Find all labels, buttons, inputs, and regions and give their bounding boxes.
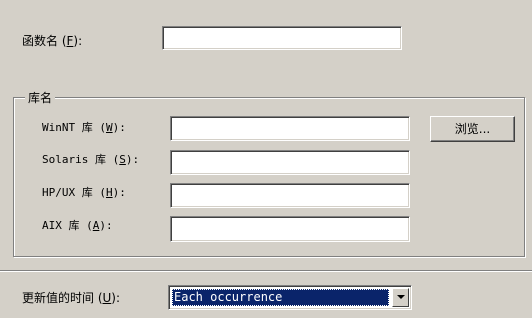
- winnt-library-label: WinNT 库 (W):: [42, 121, 126, 134]
- solaris-library-label: Solaris 库 (S):: [42, 153, 140, 166]
- hpux-library-label: HP/UX 库 (H):: [42, 186, 126, 199]
- dropdown-button[interactable]: [392, 288, 409, 307]
- winnt-library-input[interactable]: [170, 116, 410, 141]
- hpux-library-input[interactable]: [170, 183, 410, 208]
- update-time-label: 更新值的时间 (U):: [22, 291, 121, 305]
- function-name-label: 函数名 (F):: [22, 34, 83, 48]
- solaris-library-input[interactable]: [170, 150, 410, 175]
- aix-library-input[interactable]: [170, 216, 410, 242]
- library-group-title: 库名: [25, 90, 56, 106]
- aix-library-label: AIX 库 (A):: [42, 219, 113, 232]
- update-time-combobox[interactable]: Each occurrence: [168, 285, 412, 310]
- chevron-down-icon: [397, 295, 405, 299]
- update-time-selected-value: Each occurrence: [172, 289, 389, 306]
- function-name-input[interactable]: [162, 26, 402, 50]
- browse-button[interactable]: 浏览...: [430, 116, 515, 142]
- separator: [0, 270, 532, 272]
